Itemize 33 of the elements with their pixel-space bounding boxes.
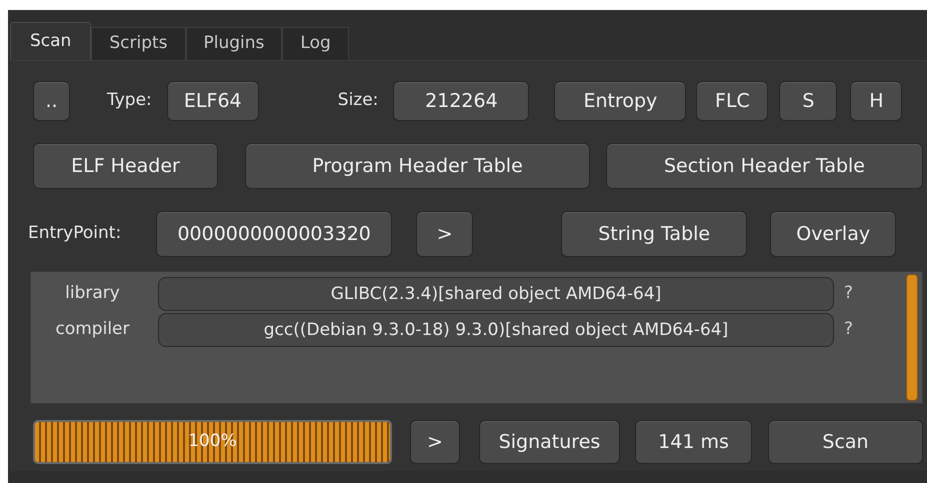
tab[interactable]: Scan — [10, 22, 92, 60]
tab[interactable]: Plugins — [186, 27, 282, 60]
scrollbar[interactable] — [906, 274, 918, 401]
header-button[interactable]: Section Header Table — [606, 143, 923, 189]
go-button[interactable]: > — [410, 420, 460, 464]
size-label: Size: — [338, 89, 378, 112]
progress-text: 100% — [187, 430, 238, 454]
tool-button[interactable]: String Table — [561, 211, 748, 257]
tool-button[interactable]: Overlay — [770, 211, 896, 257]
type-label: Type: — [107, 89, 152, 112]
size-value: 212264 — [393, 81, 530, 121]
tab[interactable]: Scripts — [91, 27, 186, 60]
detection-value: GLIBC(2.3.4)[shared object AMD64-64] — [158, 277, 834, 311]
info-button[interactable]: ? — [844, 317, 854, 343]
tool-button[interactable]: H — [850, 81, 902, 121]
header-button[interactable]: Program Header Table — [245, 143, 590, 189]
tool-button[interactable]: Entropy — [554, 81, 686, 121]
detection-value: gcc((Debian 9.3.0-18) 9.3.0)[shared object AMD64-64] — [158, 313, 834, 347]
browse-button[interactable]: .. — [33, 81, 70, 121]
time-label: 141 ms — [635, 420, 752, 464]
entry-point-label: EntryPoint: — [28, 222, 122, 246]
entry-point-field: 0000000000003320 — [156, 211, 392, 257]
signatures-button[interactable]: Signatures — [479, 420, 620, 464]
detection-type: compiler — [54, 318, 130, 342]
tool-button[interactable]: FLC — [696, 81, 768, 121]
go-button[interactable]: > — [416, 211, 474, 257]
detection-type: library — [64, 282, 121, 306]
type-value: ELF64 — [166, 81, 259, 121]
scan-button[interactable]: Scan — [768, 420, 923, 464]
info-button[interactable]: ? — [844, 281, 854, 307]
tool-button[interactable]: S — [779, 81, 838, 121]
tab[interactable]: Log — [282, 27, 349, 60]
header-button[interactable]: ELF Header — [33, 143, 218, 189]
